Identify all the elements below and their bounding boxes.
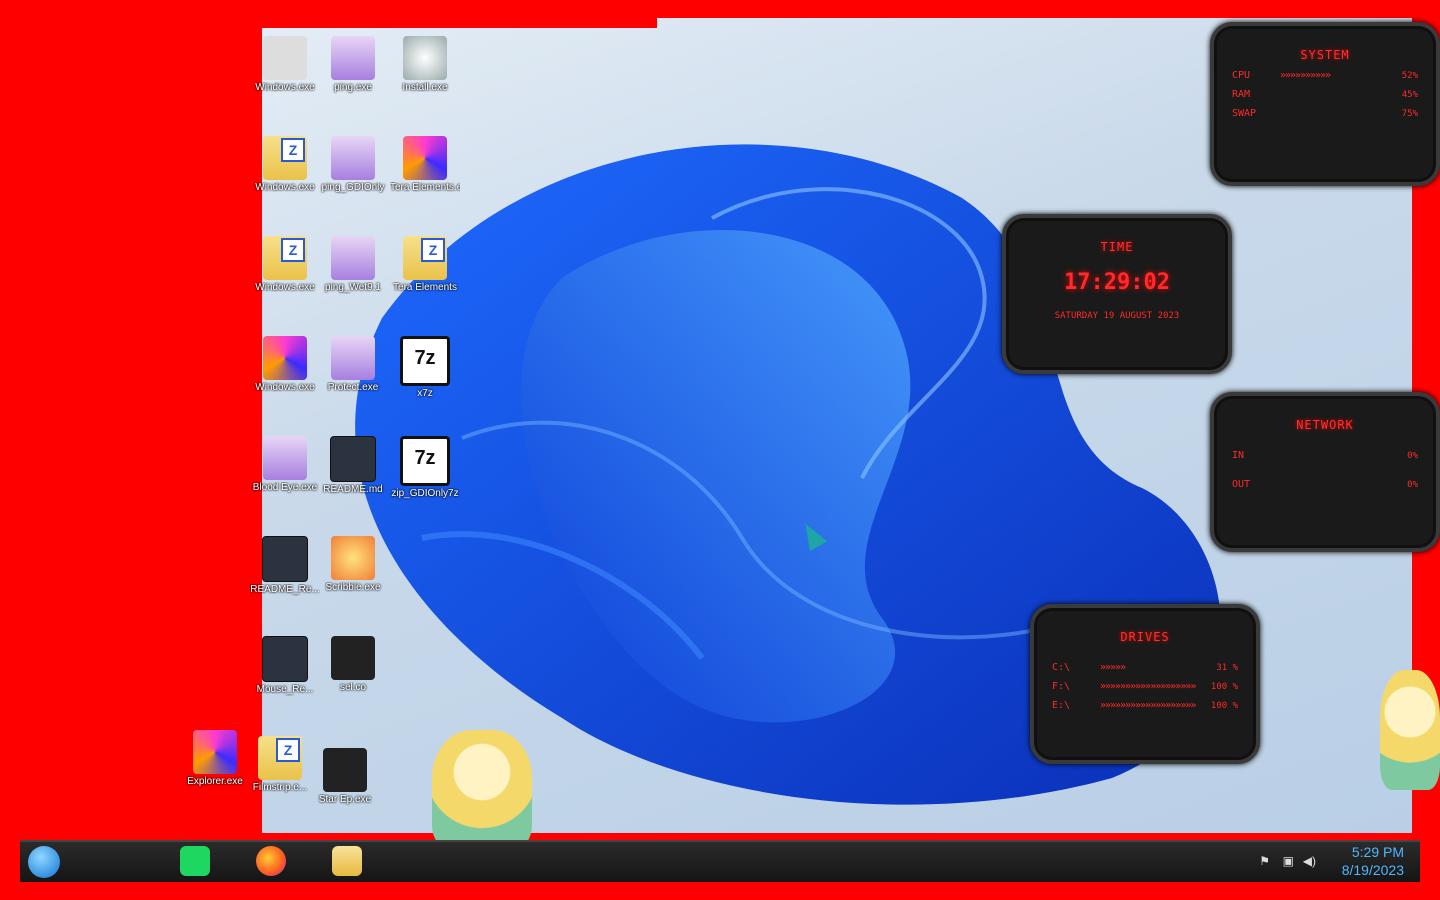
zip-folder-icon: Z	[403, 236, 447, 280]
anime-icon	[263, 436, 307, 480]
7z-icon: 7z	[400, 436, 450, 486]
zip-folder-icon: Z	[263, 236, 307, 280]
desktop-icon[interactable]: Explorer.exe	[180, 730, 250, 788]
widget-title: DRIVES	[1120, 630, 1170, 644]
widget-row: C:\»»»»» 31 %	[1052, 662, 1238, 673]
system-widget: SYSTEM CPU»»»»»»»»»» 52% RAM 45% SWAP 75%	[1210, 22, 1440, 186]
file-explorer-icon[interactable]	[332, 846, 362, 876]
character-sprite	[432, 730, 532, 850]
taskbar: ⚑ ▣ ◀) 5:29 PM 8/19/2023	[20, 840, 1420, 882]
desktop-icon[interactable]: Z Windows.exe	[250, 136, 320, 194]
drives-widget: DRIVES C:\»»»»» 31 % F:\»»»»»»»»»»»»»»»»»…	[1030, 604, 1260, 764]
anime-icon	[331, 36, 375, 80]
psychedelic-icon	[403, 136, 447, 180]
desktop-icon[interactable]: Blood Eye.exe	[250, 436, 320, 494]
desktop-icon[interactable]: Mouse_Re...	[250, 636, 320, 696]
widget-title: NETWORK	[1296, 418, 1354, 432]
clock-time: 5:29 PM	[1351, 844, 1404, 860]
anime-icon	[331, 236, 375, 280]
task-manager-icon[interactable]	[180, 846, 210, 876]
firefox-icon[interactable]	[256, 846, 286, 876]
widget-row: SWAP 75%	[1232, 108, 1418, 119]
widget-row: RAM 45%	[1232, 89, 1418, 100]
dark-image-icon	[331, 636, 375, 680]
psychedelic-icon	[263, 336, 307, 380]
disc-icon	[403, 36, 447, 80]
zip-folder-icon: Z	[258, 736, 302, 780]
app-icon	[263, 36, 307, 80]
anime-icon	[331, 336, 375, 380]
dark-image-icon	[323, 748, 367, 792]
desktop-icon[interactable]: ping.exe	[318, 36, 388, 94]
desktop-icon[interactable]: Star Ep.exe	[310, 748, 380, 806]
widget-row: CPU»»»»»»»»»» 52%	[1232, 70, 1418, 81]
desktop-icon[interactable]: Protect.exe	[318, 336, 388, 394]
glitch-band	[262, 18, 657, 28]
network-widget: NETWORK IN 0% OUT 0%	[1210, 392, 1440, 552]
desktop-icon[interactable]: sel.co	[318, 636, 388, 694]
clock-date: 8/19/2023	[1341, 862, 1404, 878]
document-icon	[330, 436, 376, 482]
widget-row: IN 0%	[1232, 450, 1418, 461]
desktop-icon[interactable]: Scribble.exe	[318, 536, 388, 594]
anime-icon	[331, 136, 375, 180]
flag-icon[interactable]: ⚑	[1259, 854, 1270, 868]
desktop-icon[interactable]: README_Re...	[250, 536, 320, 596]
zip-folder-icon: Z	[263, 136, 307, 180]
widget-row: OUT 0%	[1232, 479, 1418, 490]
desktop-icon[interactable]: Z Filmstrip.e...	[245, 736, 315, 794]
widget-title: SYSTEM	[1300, 48, 1350, 62]
7z-icon: 7z	[400, 336, 450, 386]
desktop-icon[interactable]: Tera Elements.exe	[390, 136, 460, 194]
time-widget: TIME 17:29:02 SATURDAY 19 AUGUST 2023	[1002, 214, 1232, 374]
glitch-band	[657, 0, 957, 18]
desktop-icon[interactable]: Windows.exe	[250, 36, 320, 94]
document-icon	[262, 636, 308, 682]
desktop-icon[interactable]: README.md	[318, 436, 388, 496]
desktop-icon[interactable]: Windows.exe	[250, 336, 320, 394]
character-sprite	[1380, 670, 1440, 790]
desktop-icon[interactable]: Install.exe	[390, 36, 460, 94]
desktop-icon[interactable]: Z Tera Elements	[390, 236, 460, 294]
start-button[interactable]	[28, 846, 60, 878]
widget-title: TIME	[1100, 240, 1134, 254]
scribble-icon	[331, 536, 375, 580]
desktop-icon[interactable]: ping_Wet9.1	[318, 236, 388, 294]
widget-row: F:\»»»»»»»»»»»»»»»»»»» 100 %	[1052, 681, 1238, 692]
desktop-icon[interactable]: 7z zip_GDIOnly7z	[390, 436, 460, 500]
volume-icon[interactable]: ◀)	[1303, 854, 1316, 868]
widget-row: E:\»»»»»»»»»»»»»»»»»»» 100 %	[1052, 700, 1238, 711]
date-display: SATURDAY 19 AUGUST 2023	[1054, 311, 1180, 321]
desktop-icon[interactable]: 7z x7z	[390, 336, 460, 400]
desktop-icon[interactable]: ping_GDIOnly	[318, 136, 388, 194]
taskbar-clock[interactable]: 5:29 PM 8/19/2023	[1342, 843, 1404, 879]
time-display: 17:29:02	[1064, 270, 1170, 295]
document-icon	[262, 536, 308, 582]
desktop-icon[interactable]: Z Windows.exe	[250, 236, 320, 294]
network-icon[interactable]: ▣	[1283, 854, 1294, 868]
psychedelic-icon	[193, 730, 237, 774]
